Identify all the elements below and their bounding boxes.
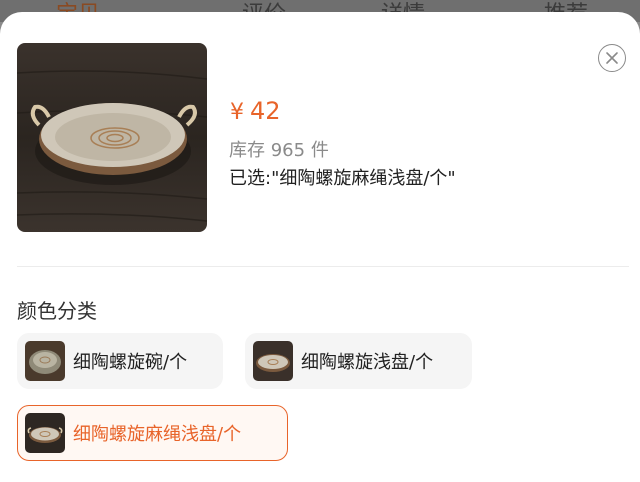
variant-section-title: 颜色分类: [17, 299, 97, 323]
product-image[interactable]: [17, 43, 207, 232]
divider: [17, 266, 629, 267]
price-value: 42: [250, 97, 281, 125]
stock-info: 库存 965 件: [229, 136, 329, 162]
stock-count: 965: [270, 140, 306, 161]
stock-unit: 件: [310, 140, 329, 161]
variant-label: 细陶螺旋浅盘/个: [301, 352, 434, 373]
variant-thumbnail: [253, 341, 293, 381]
price: ¥42: [230, 97, 281, 125]
variant-label: 细陶螺旋麻绳浅盘/个: [73, 424, 242, 445]
close-icon: [606, 52, 618, 64]
variant-label: 细陶螺旋碗/个: [73, 352, 188, 373]
variant-option-bowl[interactable]: 细陶螺旋碗/个: [17, 333, 223, 389]
currency-symbol: ¥: [230, 100, 244, 125]
variant-thumbnail: [25, 413, 65, 453]
close-button[interactable]: [598, 44, 626, 72]
sku-selector-sheet: ¥42 库存 965 件 已选:"细陶螺旋麻绳浅盘/个" 颜色分类 细陶螺旋碗/…: [0, 12, 640, 482]
variant-option-rope-plate[interactable]: 细陶螺旋麻绳浅盘/个: [17, 405, 288, 461]
variant-option-shallow-plate[interactable]: 细陶螺旋浅盘/个: [245, 333, 472, 389]
stock-label: 库存: [229, 140, 265, 161]
variant-thumbnail: [25, 341, 65, 381]
selected-variant-text: 已选:"细陶螺旋麻绳浅盘/个": [229, 168, 456, 189]
